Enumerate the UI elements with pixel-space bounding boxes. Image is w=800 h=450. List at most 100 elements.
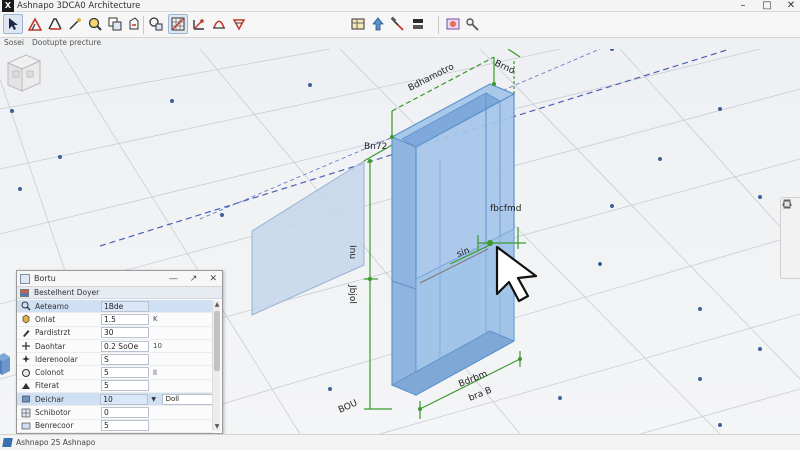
property-value-input[interactable]: 1Bde: [101, 300, 149, 312]
dim-label-right-mid: fbcfmd: [490, 204, 521, 214]
scrollbar-thumb[interactable]: [214, 311, 220, 371]
grid-tool-button[interactable]: [168, 14, 188, 34]
minimize-button[interactable]: –: [738, 0, 748, 12]
property-unit: ll: [153, 368, 157, 377]
side-cube-icon: [0, 353, 10, 375]
properties-panel: Bortu — ↗ ✕ Bestelhent Doyer Aeteamo 1Bd…: [16, 270, 223, 434]
property-row[interactable]: Pardistrzt 30: [17, 327, 213, 340]
up-tool-button[interactable]: [368, 14, 388, 34]
property-label: Pardistrzt: [35, 328, 71, 338]
hammer-tool-button[interactable]: [388, 14, 408, 34]
status-text: Ashnapo 25 Ashnapo: [16, 438, 96, 447]
property-value-input[interactable]: S: [101, 353, 149, 365]
axis-tool-button[interactable]: [189, 14, 209, 34]
property-row[interactable]: Benrecoor 5: [17, 420, 213, 433]
link-icon: [466, 18, 479, 31]
stack-tool-button[interactable]: [408, 14, 428, 34]
scroll-down-icon[interactable]: ▼: [213, 423, 221, 431]
link-tool-button[interactable]: [463, 14, 483, 34]
grid-icon: [21, 408, 31, 417]
panel-subheader-label: Bestelhent Doyer: [34, 288, 100, 297]
view-mode-label[interactable]: Sosei: [4, 38, 24, 49]
panel-close-button[interactable]: ✕: [209, 274, 217, 284]
property-row[interactable]: Deichar 10 ▼ Doll: [17, 393, 213, 407]
main-toolbar: [0, 12, 800, 38]
up-icon: [372, 17, 384, 31]
property-value-input[interactable]: 1.5: [101, 313, 149, 325]
property-value-input[interactable]: 5: [101, 367, 149, 379]
close-button[interactable]: ✕: [786, 0, 796, 12]
search-icon: [21, 301, 31, 311]
property-row[interactable]: Colonot 5 ll: [17, 366, 213, 380]
sketch-icon: [27, 17, 43, 31]
property-value-input[interactable]: 30: [101, 327, 149, 339]
property-value-input[interactable]: 5: [101, 420, 149, 432]
triangle-icon: [22, 382, 30, 389]
status-logo: [2, 438, 13, 447]
paint-tool-button[interactable]: [124, 14, 144, 34]
paint-icon: [129, 17, 139, 30]
move-icon: [213, 20, 225, 29]
property-row[interactable]: Fiterat 5: [17, 380, 213, 394]
window-title: Ashnapo 3DCA0 Architecture: [17, 0, 141, 11]
sun-icon: [232, 19, 246, 31]
property-label: Aeteamo: [35, 301, 69, 311]
status-bar: Ashnapo 25 Ashnapo: [0, 353, 800, 450]
select-arrow-icon: [9, 18, 18, 30]
sketch-tool-button[interactable]: [25, 14, 45, 34]
shapes-icon: [149, 17, 163, 31]
scroll-up-icon[interactable]: ▲: [213, 301, 221, 309]
view-subbar: Sosei Dootupte precture: [0, 38, 101, 49]
layers-icon: [351, 18, 365, 30]
panel-subheader[interactable]: Bestelhent Doyer: [17, 287, 222, 299]
move-tool-button[interactable]: [209, 14, 229, 34]
panel-popout-button[interactable]: ↗: [190, 274, 198, 284]
stack-icon: [413, 19, 423, 29]
selected-column[interactable]: [390, 83, 516, 397]
zoom-tool-button[interactable]: [85, 14, 105, 34]
panel-scrollbar[interactable]: ▲ ▼: [212, 301, 220, 431]
property-label: Onlat: [35, 314, 56, 324]
property-row[interactable]: Schibotor 0: [17, 406, 213, 420]
line-tool-button[interactable]: [65, 14, 85, 34]
circle-icon: [22, 368, 30, 377]
layers-tool-button[interactable]: [348, 14, 368, 34]
sun-tool-button[interactable]: [229, 14, 249, 34]
wall-tool-button[interactable]: [45, 14, 65, 34]
property-label: Iderenoolar: [35, 354, 78, 364]
property-unit: K: [153, 315, 158, 324]
property-label: Daohtar: [35, 341, 66, 351]
chevron-down-icon[interactable]: ▼: [148, 394, 160, 405]
walk-icon[interactable]: [781, 198, 793, 210]
property-value-input[interactable]: 0.2 SoOe: [101, 340, 149, 352]
property-row[interactable]: Daohtar 0.2 SoOe 10: [17, 340, 213, 354]
grid-icon: [171, 17, 185, 31]
line-icon: [69, 18, 81, 30]
viewcube-icon[interactable]: [0, 49, 46, 99]
toolbar-separator: [438, 16, 439, 34]
zoom-icon: [88, 17, 102, 31]
spark-icon: [22, 355, 30, 364]
property-value-input[interactable]: 10: [100, 393, 148, 405]
property-value-input[interactable]: 5: [101, 380, 149, 392]
perspective-label[interactable]: Dootupte precture: [32, 38, 101, 49]
copy-icon: [108, 17, 122, 31]
property-row[interactable]: Onlat 1.5 K: [17, 313, 213, 327]
property-dropdown[interactable]: Doll: [161, 393, 213, 405]
copy-tool-button[interactable]: [105, 14, 125, 34]
maximize-button[interactable]: □: [762, 0, 772, 12]
shapes-tool-button[interactable]: [146, 14, 166, 34]
property-label: Schibotor: [35, 408, 71, 418]
panel-minimize-button[interactable]: —: [169, 274, 178, 284]
dim-label-left-top: Bn72: [364, 142, 387, 152]
property-label: Fiterat: [35, 381, 60, 391]
render-tool-button[interactable]: [443, 14, 463, 34]
property-row[interactable]: Iderenoolar S: [17, 353, 213, 367]
wall-icon: [48, 18, 62, 30]
axis-icon: [193, 19, 204, 30]
select-tool-button[interactable]: [3, 14, 23, 34]
property-row[interactable]: Aeteamo 1Bde: [17, 300, 213, 314]
property-value-input[interactable]: 0: [101, 407, 149, 419]
property-label: Colonot: [35, 368, 64, 378]
property-label: Deichar: [35, 394, 65, 404]
